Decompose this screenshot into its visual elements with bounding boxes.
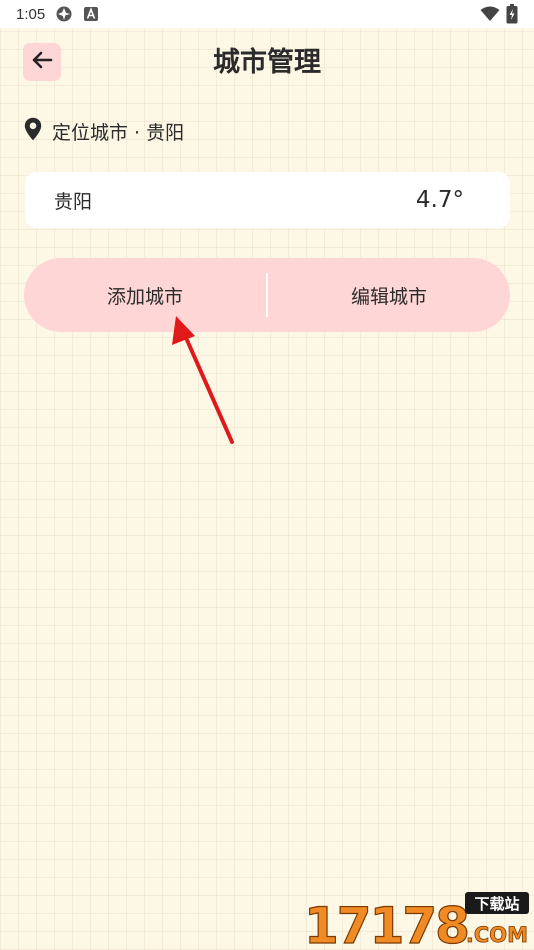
back-button[interactable] xyxy=(23,43,61,81)
status-bar: 1:05 xyxy=(0,0,534,28)
location-label: 定位城市 · 贵阳 xyxy=(52,121,185,144)
page-title: 城市管理 xyxy=(213,47,321,78)
city-temperature: 4.7° xyxy=(415,187,464,213)
city-name: 贵阳 xyxy=(54,190,93,213)
watermark-logo: 17178 下载站 .COM xyxy=(303,892,529,948)
add-city-button[interactable]: 添加城市 xyxy=(24,258,266,332)
edit-city-button[interactable]: 编辑城市 xyxy=(268,258,510,332)
status-bar-right xyxy=(480,4,518,24)
battery-charging-icon xyxy=(506,4,518,24)
status-time: 1:05 xyxy=(16,5,46,23)
status-bar-left: 1:05 xyxy=(16,5,99,23)
watermark-domain: .COM xyxy=(466,923,528,947)
wifi-icon xyxy=(480,6,500,22)
city-action-bar: 添加城市 编辑城市 xyxy=(24,258,510,332)
a-notification-icon xyxy=(83,6,99,22)
map-pin-icon xyxy=(24,117,42,145)
arrow-left-icon xyxy=(31,51,53,73)
city-card[interactable]: 贵阳 4.7° xyxy=(25,172,510,228)
watermark-tag: 下载站 xyxy=(474,895,519,913)
watermark-number: 17178 xyxy=(304,897,468,948)
app-notification-icon xyxy=(55,5,73,23)
location-row: 定位城市 · 贵阳 xyxy=(24,117,185,145)
